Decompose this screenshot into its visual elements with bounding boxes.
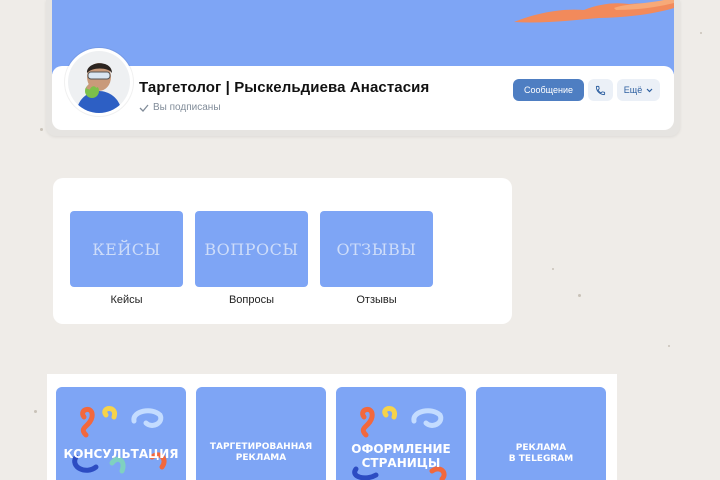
profile-name: Таргетолог | Рыскельдиева Анастасия <box>139 79 430 96</box>
paper-speck <box>40 128 43 131</box>
product-consultation[interactable]: КОНСУЛЬТАЦИЯ <box>56 387 186 480</box>
paper-speck <box>668 345 670 347</box>
subscription-status-label: Вы подписаны <box>153 102 221 113</box>
message-button[interactable]: Сообщение <box>513 79 584 101</box>
menu-label-cases[interactable]: Кейсы <box>70 294 183 306</box>
product-page-design[interactable]: ОФОРМЛЕНИЕ СТРАНИЦЫ <box>336 387 466 480</box>
product-targeted-ads[interactable]: ТАРГЕТИРОВАННАЯ РЕКЛАМА <box>196 387 326 480</box>
squiggle-decoration <box>72 406 167 474</box>
phone-icon <box>595 85 606 95</box>
hand-illustration <box>514 0 674 23</box>
menu-tile-questions[interactable]: ВОПРОСЫ <box>195 211 308 287</box>
product-title-line2: В TELEGRAM <box>508 454 574 464</box>
product-title: КОНСУЛЬТАЦИЯ <box>63 447 179 461</box>
product-title-line2: РЕКЛАМА <box>235 453 287 463</box>
avatar-photo <box>68 51 130 113</box>
product-title-line1: ОФОРМЛЕНИЕ <box>351 442 451 456</box>
paper-speck <box>700 32 702 34</box>
more-button-label: Ещё <box>623 85 643 95</box>
subscription-status[interactable]: Вы подписаны <box>139 102 221 113</box>
product-title-line1: РЕКЛАМА <box>515 443 567 453</box>
check-icon <box>139 104 149 112</box>
product-title-line2: СТРАНИЦЫ <box>361 456 441 470</box>
menu-label-reviews[interactable]: Отзывы <box>320 294 433 306</box>
more-button[interactable]: Ещё <box>617 79 660 101</box>
menu-tile-cases[interactable]: КЕЙСЫ <box>70 211 183 287</box>
cover-image <box>52 0 674 74</box>
product-title-line1: ТАРГЕТИРОВАННАЯ <box>209 442 313 452</box>
call-button[interactable] <box>588 79 613 101</box>
product-telegram-ads[interactable]: РЕКЛАМА В TELEGRAM <box>476 387 606 480</box>
chevron-down-icon <box>646 88 653 92</box>
paper-speck <box>552 268 554 270</box>
avatar[interactable] <box>65 48 133 116</box>
menu-tile-reviews[interactable]: ОТЗЫВЫ <box>320 211 433 287</box>
paper-speck <box>578 294 581 297</box>
menu-label-questions[interactable]: Вопросы <box>195 294 308 306</box>
paper-speck <box>34 410 37 413</box>
